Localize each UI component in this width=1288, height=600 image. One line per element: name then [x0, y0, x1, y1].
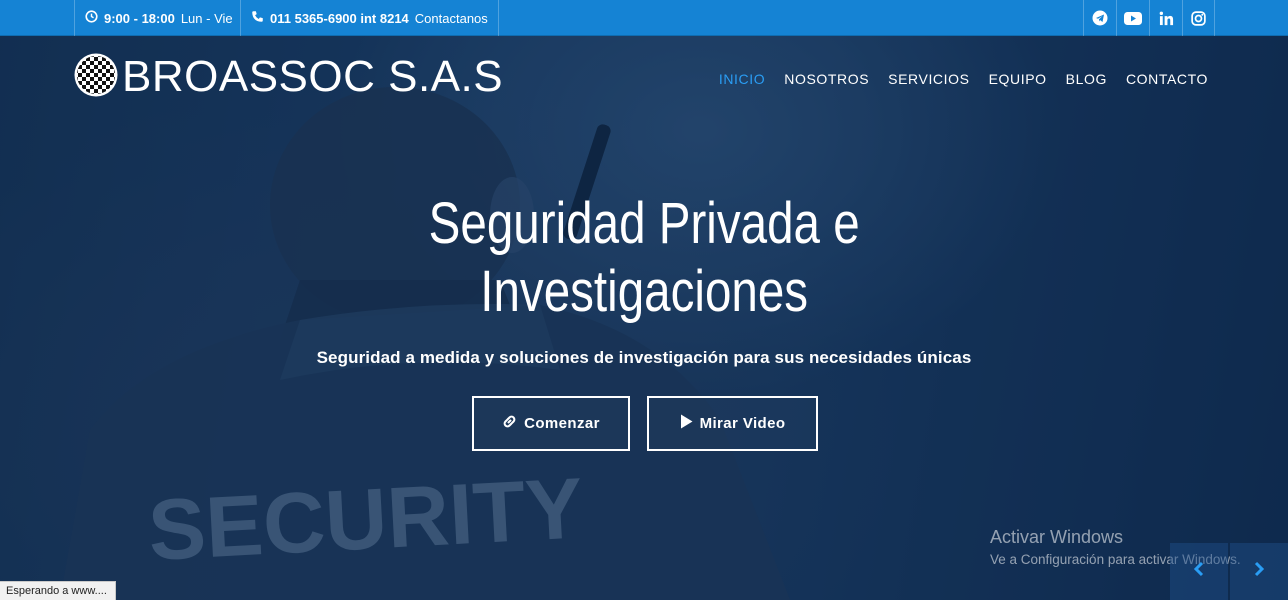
watch-video-button[interactable]: Mirar Video	[647, 396, 818, 451]
phone-number[interactable]: 011 5365-6900 int 8214	[270, 11, 409, 26]
youtube-icon[interactable]	[1116, 0, 1149, 36]
hero-title: Seguridad Privada e Investigaciones	[116, 190, 1172, 326]
nav-item-servicios[interactable]: SERVICIOS	[888, 71, 969, 87]
contact-link[interactable]: Contactanos	[415, 11, 488, 26]
hero-subtitle: Seguridad a medida y soluciones de inves…	[316, 348, 972, 367]
telegram-icon[interactable]	[1083, 0, 1116, 36]
nav-item-equipo[interactable]: EQUIPO	[989, 71, 1047, 87]
nav-item-contacto[interactable]: CONTACTO	[1126, 71, 1208, 87]
play-icon	[680, 414, 693, 433]
linkedin-icon[interactable]	[1149, 0, 1182, 36]
top-info-bar: 9:00 - 18:00 Lun - Vie 011 5365-6900 int…	[0, 0, 1288, 36]
nav-item-inicio[interactable]: INICIO	[719, 71, 765, 87]
start-button[interactable]: Comenzar	[472, 396, 630, 451]
link-icon	[502, 414, 517, 433]
checkered-logo-icon	[74, 53, 118, 102]
chevron-left-icon	[1193, 561, 1205, 582]
chevron-right-icon	[1253, 561, 1265, 582]
clock-icon	[85, 10, 98, 26]
contact-phone[interactable]: 011 5365-6900 int 8214 Contactanos	[240, 0, 499, 36]
slider-next-button[interactable]	[1230, 543, 1288, 600]
main-nav: INICIO NOSOTROS SERVICIOS EQUIPO BLOG CO…	[719, 68, 1208, 90]
watch-video-label: Mirar Video	[699, 415, 786, 432]
brand-name: BROASSOC S.A.S	[122, 52, 504, 101]
instagram-icon[interactable]	[1182, 0, 1215, 36]
hero-title-line2: Investigaciones	[480, 259, 809, 324]
nav-item-blog[interactable]: BLOG	[1066, 71, 1107, 87]
slider-prev-button[interactable]	[1170, 543, 1228, 600]
business-hours: 9:00 - 18:00 Lun - Vie	[74, 0, 243, 36]
phone-icon	[251, 10, 264, 26]
nav-item-nosotros[interactable]: NOSOTROS	[784, 71, 869, 87]
days-text: Lun - Vie	[180, 10, 233, 26]
hours-text: 9:00 - 18:00	[104, 10, 175, 26]
hero-title-line1: Seguridad Privada e	[428, 191, 860, 256]
browser-status-bar: Esperando a www....	[0, 581, 116, 600]
start-button-label: Comenzar	[524, 415, 600, 432]
brand-logo[interactable]: BROASSOC S.A.S	[74, 52, 504, 102]
